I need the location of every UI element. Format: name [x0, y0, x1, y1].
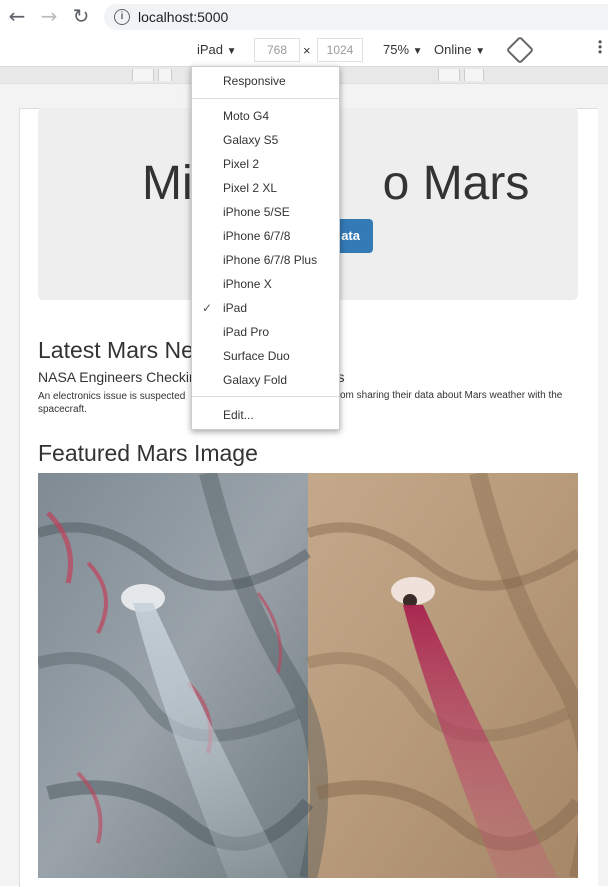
ruler-segment[interactable]: [132, 69, 154, 81]
menu-item-responsive[interactable]: Responsive: [192, 69, 339, 93]
menu-item-iphone-5-se[interactable]: iPhone 5/SE: [192, 200, 339, 224]
reload-icon[interactable]: ↻: [70, 5, 92, 27]
menu-item-iphone-6-7-8[interactable]: iPhone 6/7/8: [192, 224, 339, 248]
ruler-segment[interactable]: [464, 69, 484, 81]
featured-image-heading: Featured Mars Image: [38, 440, 258, 466]
menu-item-surface-duo[interactable]: Surface Duo: [192, 344, 339, 368]
caret-down-icon: ▼: [475, 46, 486, 57]
network-label: Online: [434, 42, 472, 57]
ruler-segment[interactable]: [158, 69, 172, 81]
height-input[interactable]: 1024: [317, 38, 363, 62]
zoom-select[interactable]: 75% ▼: [383, 42, 423, 57]
back-arrow-icon[interactable]: ←: [6, 5, 28, 27]
menu-item-moto-g4[interactable]: Moto G4: [192, 104, 339, 128]
more-options-icon[interactable]: • • •: [598, 36, 602, 58]
menu-item-ipad[interactable]: ✓ iPad: [192, 296, 339, 320]
menu-item-ipad-label: iPad: [223, 301, 248, 315]
network-select[interactable]: Online ▼: [434, 42, 485, 57]
menu-item-galaxy-s5[interactable]: Galaxy S5: [192, 128, 339, 152]
featured-mars-image: [38, 473, 578, 878]
menu-item-pixel-2[interactable]: Pixel 2: [192, 152, 339, 176]
menu-item-ipad-pro[interactable]: iPad Pro: [192, 320, 339, 344]
width-input[interactable]: 768: [254, 38, 300, 62]
times-symbol: ×: [303, 43, 311, 58]
menu-item-galaxy-fold[interactable]: Galaxy Fold: [192, 368, 339, 392]
news-paragraph-end: om sharing their data about Mars weather…: [340, 390, 563, 401]
url-text[interactable]: localhost:5000: [138, 9, 228, 25]
news-paragraph-line2: spacecraft.: [38, 404, 87, 415]
address-bar[interactable]: i localhost:5000: [104, 4, 608, 30]
info-icon[interactable]: i: [114, 9, 130, 25]
caret-down-icon: ▼: [412, 46, 423, 57]
menu-item-pixel-2-xl[interactable]: Pixel 2 XL: [192, 176, 339, 200]
browser-toolbar: ← → ↻ i localhost:5000: [0, 0, 608, 34]
page-title-end: o Mars: [382, 157, 530, 210]
caret-down-icon: ▼: [226, 46, 237, 57]
menu-divider: [192, 98, 339, 99]
menu-item-edit[interactable]: Edit...: [192, 403, 339, 427]
menu-divider: [192, 396, 339, 397]
device-select-label: iPad: [197, 42, 224, 57]
news-heading: Latest Mars Ne: [38, 337, 194, 363]
ruler-segment[interactable]: [438, 69, 460, 81]
checkmark-icon: ✓: [202, 301, 213, 315]
forward-arrow-icon[interactable]: →: [38, 5, 60, 27]
page-title-start: Mi: [142, 157, 193, 210]
news-paragraph-start: An electronics issue is suspected: [38, 391, 186, 402]
menu-item-iphone-x[interactable]: iPhone X: [192, 272, 339, 296]
device-dropdown: Responsive Moto G4 Galaxy S5 Pixel 2 Pix…: [191, 66, 340, 430]
menu-item-iphone-6-7-8-plus[interactable]: iPhone 6/7/8 Plus: [192, 248, 339, 272]
device-select[interactable]: iPad ▼: [197, 42, 237, 57]
zoom-label: 75%: [383, 42, 410, 57]
